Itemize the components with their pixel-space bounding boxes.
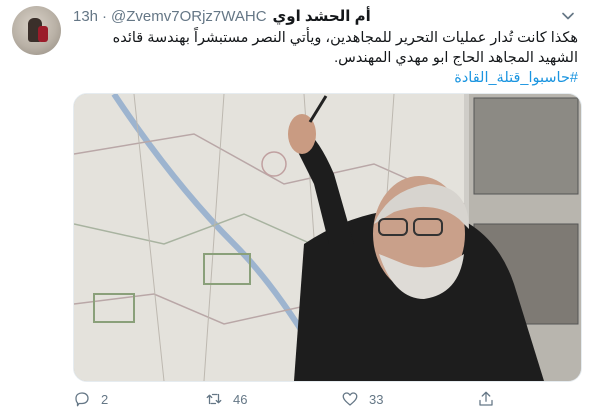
chevron-down-icon[interactable] <box>558 6 578 26</box>
reply-icon <box>75 392 89 407</box>
tweet-actions: 2 46 33 <box>73 389 513 409</box>
tweet-media[interactable] <box>73 93 582 382</box>
wall-photo-top <box>473 97 579 195</box>
reply-count: 2 <box>101 391 109 407</box>
avatar-figure-detail <box>38 26 48 42</box>
tweet-header: 13h · @Zvemv7ORjz7WAHC أم الحشد اوي <box>73 6 552 26</box>
tweet-text: هكذا كانت تُدار عمليات التحرير للمجاهدين… <box>73 28 578 88</box>
display-name[interactable]: أم الحشد اوي <box>273 7 371 25</box>
tweet-body: هكذا كانت تُدار عمليات التحرير للمجاهدين… <box>112 30 578 66</box>
avatar[interactable] <box>12 6 61 55</box>
heart-icon <box>342 392 358 406</box>
reply-button[interactable]: 2 <box>73 390 108 408</box>
retweet-count: 46 <box>233 391 248 407</box>
media-photo <box>74 94 581 381</box>
retweet-button[interactable]: 46 <box>205 390 247 408</box>
retweet-icon <box>206 393 222 405</box>
hashtag-link[interactable]: #حاسبوا_قتلة_القادة <box>73 68 578 88</box>
header-separator: · <box>102 7 108 25</box>
tweet-time[interactable]: 13h <box>73 8 98 25</box>
share-icon <box>479 391 493 406</box>
like-count: 33 <box>369 391 384 407</box>
like-button[interactable]: 33 <box>341 390 383 408</box>
share-button[interactable] <box>477 390 495 408</box>
user-handle[interactable]: @Zvemv7ORjz7WAHC <box>111 8 267 25</box>
